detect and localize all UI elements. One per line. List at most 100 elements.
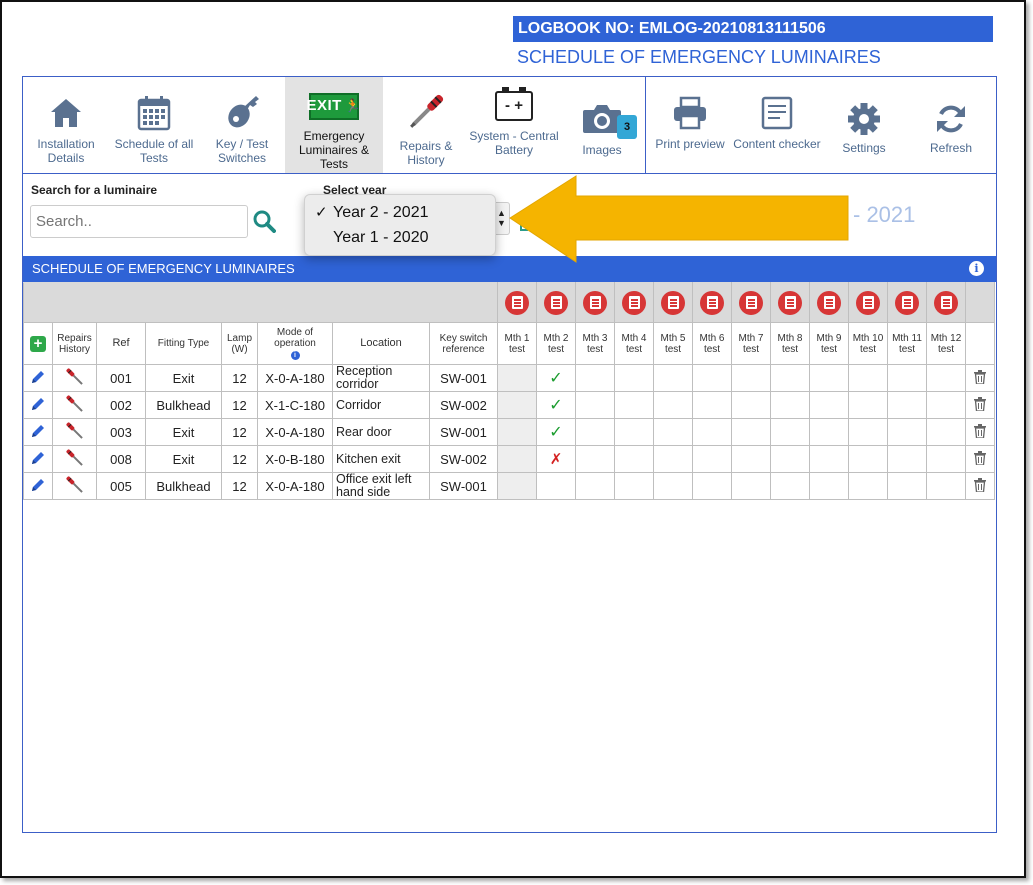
month-report[interactable] bbox=[575, 282, 615, 323]
add-luminaire-button[interactable]: + bbox=[23, 322, 53, 365]
cell-month-test[interactable] bbox=[887, 418, 927, 446]
cell-month-test[interactable] bbox=[614, 472, 654, 500]
cell-month-test[interactable] bbox=[614, 445, 654, 473]
cell-month-test[interactable] bbox=[497, 418, 537, 446]
cell-month-test[interactable] bbox=[770, 418, 810, 446]
cell-month-test[interactable]: ✗ bbox=[536, 445, 576, 473]
cell-month-test[interactable] bbox=[887, 472, 927, 500]
cell-month-test[interactable] bbox=[770, 445, 810, 473]
cell-month-test[interactable] bbox=[770, 472, 810, 500]
edit-button[interactable] bbox=[23, 418, 53, 446]
cell-month-test[interactable] bbox=[809, 391, 849, 419]
edit-button[interactable] bbox=[23, 472, 53, 500]
cell-month-test[interactable] bbox=[809, 445, 849, 473]
cell-month-test[interactable]: ✓ bbox=[536, 391, 576, 419]
cell-month-test[interactable] bbox=[926, 445, 966, 473]
tool-schedule-of-all-tests[interactable]: Schedule of all Tests bbox=[109, 77, 199, 173]
cell-month-test[interactable]: ✓ bbox=[536, 418, 576, 446]
cell-month-test[interactable] bbox=[848, 418, 888, 446]
cell-month-test[interactable] bbox=[497, 364, 537, 392]
cell-month-test[interactable] bbox=[926, 472, 966, 500]
tool-key-test-switches[interactable]: Key / Test Switches bbox=[199, 77, 285, 173]
delete-button[interactable] bbox=[965, 418, 995, 446]
cell-month-test[interactable] bbox=[731, 364, 771, 392]
cell-month-test[interactable] bbox=[692, 472, 732, 500]
cell-month-test[interactable] bbox=[653, 391, 693, 419]
tool-content-checker[interactable]: Content checker bbox=[733, 77, 821, 173]
cell-month-test[interactable] bbox=[848, 364, 888, 392]
cell-month-test[interactable] bbox=[731, 472, 771, 500]
cell-month-test[interactable] bbox=[848, 445, 888, 473]
cell-month-test[interactable] bbox=[497, 391, 537, 419]
cell-month-test[interactable] bbox=[575, 445, 615, 473]
cell-month-test[interactable] bbox=[575, 364, 615, 392]
cell-month-test[interactable] bbox=[614, 364, 654, 392]
cell-month-test[interactable] bbox=[809, 364, 849, 392]
delete-button[interactable] bbox=[965, 364, 995, 392]
tool-settings[interactable]: Settings bbox=[821, 77, 907, 173]
tool-system-central-battery[interactable]: - + System - Central Battery bbox=[469, 77, 559, 173]
cell-month-test[interactable] bbox=[497, 472, 537, 500]
cell-month-test[interactable] bbox=[887, 391, 927, 419]
edit-button[interactable] bbox=[23, 445, 53, 473]
search-icon[interactable] bbox=[252, 209, 276, 233]
cell-month-test[interactable] bbox=[692, 391, 732, 419]
tool-repairs-history[interactable]: Repairs & History bbox=[383, 77, 469, 173]
search-input[interactable] bbox=[30, 205, 248, 238]
cell-month-test[interactable] bbox=[848, 472, 888, 500]
cell-month-test[interactable] bbox=[887, 364, 927, 392]
cell-month-test[interactable] bbox=[536, 472, 576, 500]
month-report[interactable] bbox=[809, 282, 849, 323]
month-report[interactable] bbox=[731, 282, 771, 323]
cell-month-test[interactable] bbox=[575, 391, 615, 419]
info-icon[interactable]: i bbox=[969, 261, 984, 276]
cell-month-test[interactable] bbox=[497, 445, 537, 473]
month-report[interactable] bbox=[497, 282, 537, 323]
tool-refresh[interactable]: Refresh bbox=[907, 77, 995, 173]
edit-button[interactable] bbox=[23, 391, 53, 419]
year-option[interactable]: ✓ Year 2 - 2021 bbox=[305, 201, 495, 226]
cell-month-test[interactable] bbox=[575, 472, 615, 500]
cell-month-test[interactable] bbox=[809, 418, 849, 446]
cell-month-test[interactable] bbox=[731, 391, 771, 419]
month-report[interactable] bbox=[770, 282, 810, 323]
cell-month-test[interactable] bbox=[692, 445, 732, 473]
cell-month-test[interactable]: ✓ bbox=[536, 364, 576, 392]
cell-month-test[interactable] bbox=[653, 445, 693, 473]
delete-button[interactable] bbox=[965, 472, 995, 500]
cell-month-test[interactable] bbox=[926, 364, 966, 392]
info-icon[interactable]: i bbox=[290, 351, 300, 360]
tool-print-preview[interactable]: Print preview bbox=[647, 77, 733, 173]
month-report[interactable] bbox=[692, 282, 732, 323]
cell-month-test[interactable] bbox=[575, 418, 615, 446]
month-report[interactable] bbox=[848, 282, 888, 323]
cell-month-test[interactable] bbox=[692, 418, 732, 446]
tool-emergency-luminaires[interactable]: EXIT 🏃 Emergency Luminaires & Tests bbox=[285, 77, 383, 173]
cell-month-test[interactable] bbox=[731, 445, 771, 473]
month-report[interactable] bbox=[887, 282, 927, 323]
cell-month-test[interactable] bbox=[653, 472, 693, 500]
cell-month-test[interactable] bbox=[770, 391, 810, 419]
repairs-history-button[interactable] bbox=[52, 445, 97, 473]
month-report[interactable] bbox=[536, 282, 576, 323]
cell-month-test[interactable] bbox=[692, 364, 732, 392]
tool-installation-details[interactable]: Installation Details bbox=[23, 77, 109, 173]
year-option[interactable]: Year 1 - 2020 bbox=[305, 226, 495, 251]
repairs-history-button[interactable] bbox=[52, 418, 97, 446]
cell-month-test[interactable] bbox=[926, 418, 966, 446]
repairs-history-button[interactable] bbox=[52, 391, 97, 419]
delete-button[interactable] bbox=[965, 391, 995, 419]
cell-month-test[interactable] bbox=[887, 445, 927, 473]
cell-month-test[interactable] bbox=[731, 418, 771, 446]
repairs-history-button[interactable] bbox=[52, 364, 97, 392]
month-report[interactable] bbox=[614, 282, 654, 323]
month-report[interactable] bbox=[653, 282, 693, 323]
cell-month-test[interactable] bbox=[848, 391, 888, 419]
cell-month-test[interactable] bbox=[614, 391, 654, 419]
repairs-history-button[interactable] bbox=[52, 472, 97, 500]
tool-images[interactable]: 3 Images bbox=[559, 77, 645, 173]
cell-month-test[interactable] bbox=[809, 472, 849, 500]
edit-button[interactable] bbox=[23, 364, 53, 392]
cell-month-test[interactable] bbox=[653, 364, 693, 392]
delete-button[interactable] bbox=[965, 445, 995, 473]
